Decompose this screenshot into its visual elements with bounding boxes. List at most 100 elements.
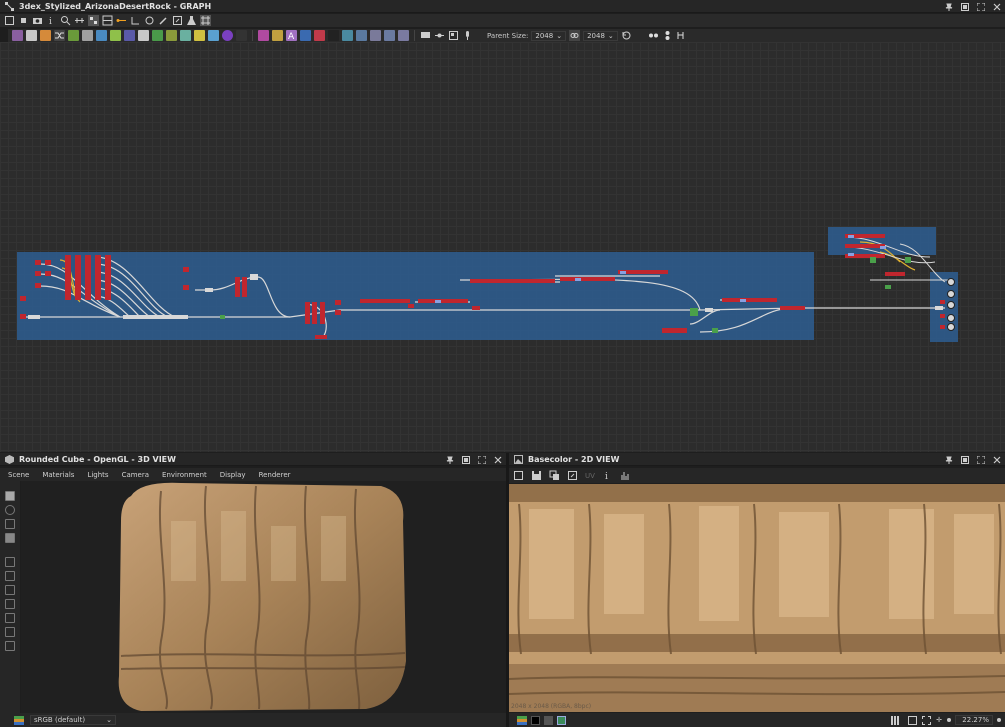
copy-icon[interactable]	[549, 470, 560, 481]
align-icon[interactable]	[74, 15, 85, 26]
comment-icon[interactable]	[420, 30, 431, 41]
gradient-node-icon[interactable]	[124, 30, 135, 41]
value-node-icon[interactable]	[328, 30, 339, 41]
comment-node-icon[interactable]	[398, 30, 409, 41]
warp-node-icon[interactable]	[258, 30, 269, 41]
atomic-node-icon[interactable]	[12, 30, 23, 41]
close-icon[interactable]	[993, 456, 1001, 464]
dots-vertical-icon[interactable]	[662, 30, 673, 41]
graph-canvas[interactable]	[0, 42, 1005, 452]
pin-icon[interactable]	[945, 456, 953, 464]
maximize-icon[interactable]	[976, 2, 986, 11]
bulb-icon[interactable]	[5, 505, 15, 515]
hierarchy-icon[interactable]	[676, 30, 687, 41]
cube-view-icon[interactable]	[5, 585, 15, 595]
flask-icon[interactable]	[186, 15, 197, 26]
viewport-3d[interactable]	[21, 481, 506, 713]
fx-map-icon[interactable]	[342, 30, 353, 41]
image-swatch[interactable]	[557, 715, 566, 725]
mask-node-icon[interactable]	[272, 30, 283, 41]
render-icon[interactable]	[5, 519, 15, 529]
frame-node-icon[interactable]	[300, 30, 311, 41]
microphone-icon[interactable]	[462, 30, 473, 41]
menu-lights[interactable]: Lights	[87, 471, 108, 479]
wireframe-icon[interactable]	[5, 599, 15, 609]
link-size-icon[interactable]	[569, 30, 581, 41]
grayscale-node-icon[interactable]	[236, 30, 247, 41]
pixel-processor-icon[interactable]	[356, 30, 367, 41]
crosshair-icon[interactable]: ✛	[936, 716, 942, 724]
grid-toggle-icon[interactable]	[891, 715, 901, 725]
output-node-icon[interactable]	[314, 30, 325, 41]
hue-node-icon[interactable]	[222, 30, 233, 41]
link-icon[interactable]	[116, 15, 127, 26]
video-camera-icon[interactable]	[5, 491, 15, 501]
stats-icon[interactable]	[5, 641, 15, 651]
uv-label[interactable]: UV	[585, 472, 595, 480]
text-node-icon[interactable]: A	[286, 30, 297, 42]
second-size-dropdown[interactable]: 2048 ⌄	[583, 30, 618, 41]
bitmap-node-icon[interactable]	[26, 30, 37, 41]
frame-tool-icon[interactable]	[448, 30, 459, 41]
layers-stack-icon[interactable]	[14, 715, 24, 725]
colorspace-dropdown[interactable]: sRGB (default) ⌄	[30, 715, 116, 725]
float-icon[interactable]	[961, 2, 969, 11]
float-icon[interactable]	[462, 455, 470, 464]
layers-icon[interactable]	[5, 613, 15, 623]
search-icon[interactable]	[60, 15, 71, 26]
export-icon[interactable]	[172, 15, 183, 26]
info-icon[interactable]: i	[46, 15, 57, 27]
blend-node-icon[interactable]	[40, 30, 51, 41]
pin-node-icon[interactable]	[434, 30, 445, 41]
zoom-field[interactable]: 22.27%	[955, 715, 993, 725]
maximize-icon[interactable]	[477, 455, 487, 464]
color-node-icon[interactable]	[194, 30, 205, 41]
shuffle-node-icon[interactable]	[54, 30, 65, 41]
pin-icon[interactable]	[446, 456, 454, 464]
curve-node-icon[interactable]	[110, 30, 121, 41]
menu-materials[interactable]: Materials	[42, 471, 74, 479]
export-image-icon[interactable]	[567, 470, 578, 481]
menu-environment[interactable]: Environment	[162, 471, 207, 479]
layers-stack-icon[interactable]	[517, 715, 527, 725]
parent-size-dropdown[interactable]: 2048 ⌄	[531, 30, 567, 41]
pointer-icon[interactable]	[5, 627, 15, 637]
triangle-node-icon[interactable]	[208, 30, 219, 41]
menu-scene[interactable]: Scene	[8, 471, 29, 479]
fit-view-icon[interactable]	[513, 470, 524, 481]
layout-icon[interactable]	[88, 15, 99, 26]
camera-icon[interactable]	[32, 15, 43, 26]
close-icon[interactable]	[993, 3, 1001, 11]
connect-icon[interactable]	[130, 15, 141, 26]
rotate-icon[interactable]	[144, 15, 155, 26]
function-node-icon[interactable]	[370, 30, 381, 41]
dots-horizontal-icon[interactable]	[648, 30, 659, 41]
tool-icon[interactable]	[158, 15, 169, 26]
levels-node-icon[interactable]	[68, 30, 79, 41]
histogram-icon[interactable]	[620, 470, 631, 481]
graph-instance-icon[interactable]	[384, 30, 395, 41]
snap-grid-icon[interactable]	[200, 15, 211, 26]
pin-icon[interactable]	[945, 3, 953, 11]
noise-node-icon[interactable]	[166, 30, 177, 41]
info-icon[interactable]: i	[602, 470, 613, 482]
frame-all-icon[interactable]	[4, 15, 15, 26]
pattern-node-icon[interactable]	[138, 30, 149, 41]
axis-icon[interactable]	[5, 571, 15, 581]
expand-icon[interactable]	[922, 715, 932, 725]
sphere-node-icon[interactable]	[180, 30, 191, 41]
menu-renderer[interactable]: Renderer	[259, 471, 291, 479]
transform-node-icon[interactable]	[96, 30, 107, 41]
screen-icon[interactable]	[5, 533, 15, 543]
tile-node-icon[interactable]	[152, 30, 163, 41]
frame-selected-icon[interactable]	[18, 15, 29, 26]
normal-node-icon[interactable]	[82, 30, 93, 41]
close-icon[interactable]	[494, 456, 502, 464]
viewport-2d[interactable]: 2048 x 2048 (RGBA, 8bpc)	[509, 484, 1005, 712]
reset-icon[interactable]	[621, 30, 632, 41]
fit-icon[interactable]	[908, 715, 918, 725]
mesh-icon[interactable]	[5, 557, 15, 567]
black-swatch[interactable]	[531, 715, 540, 725]
float-icon[interactable]	[961, 455, 969, 464]
gray-swatch[interactable]	[544, 715, 553, 725]
